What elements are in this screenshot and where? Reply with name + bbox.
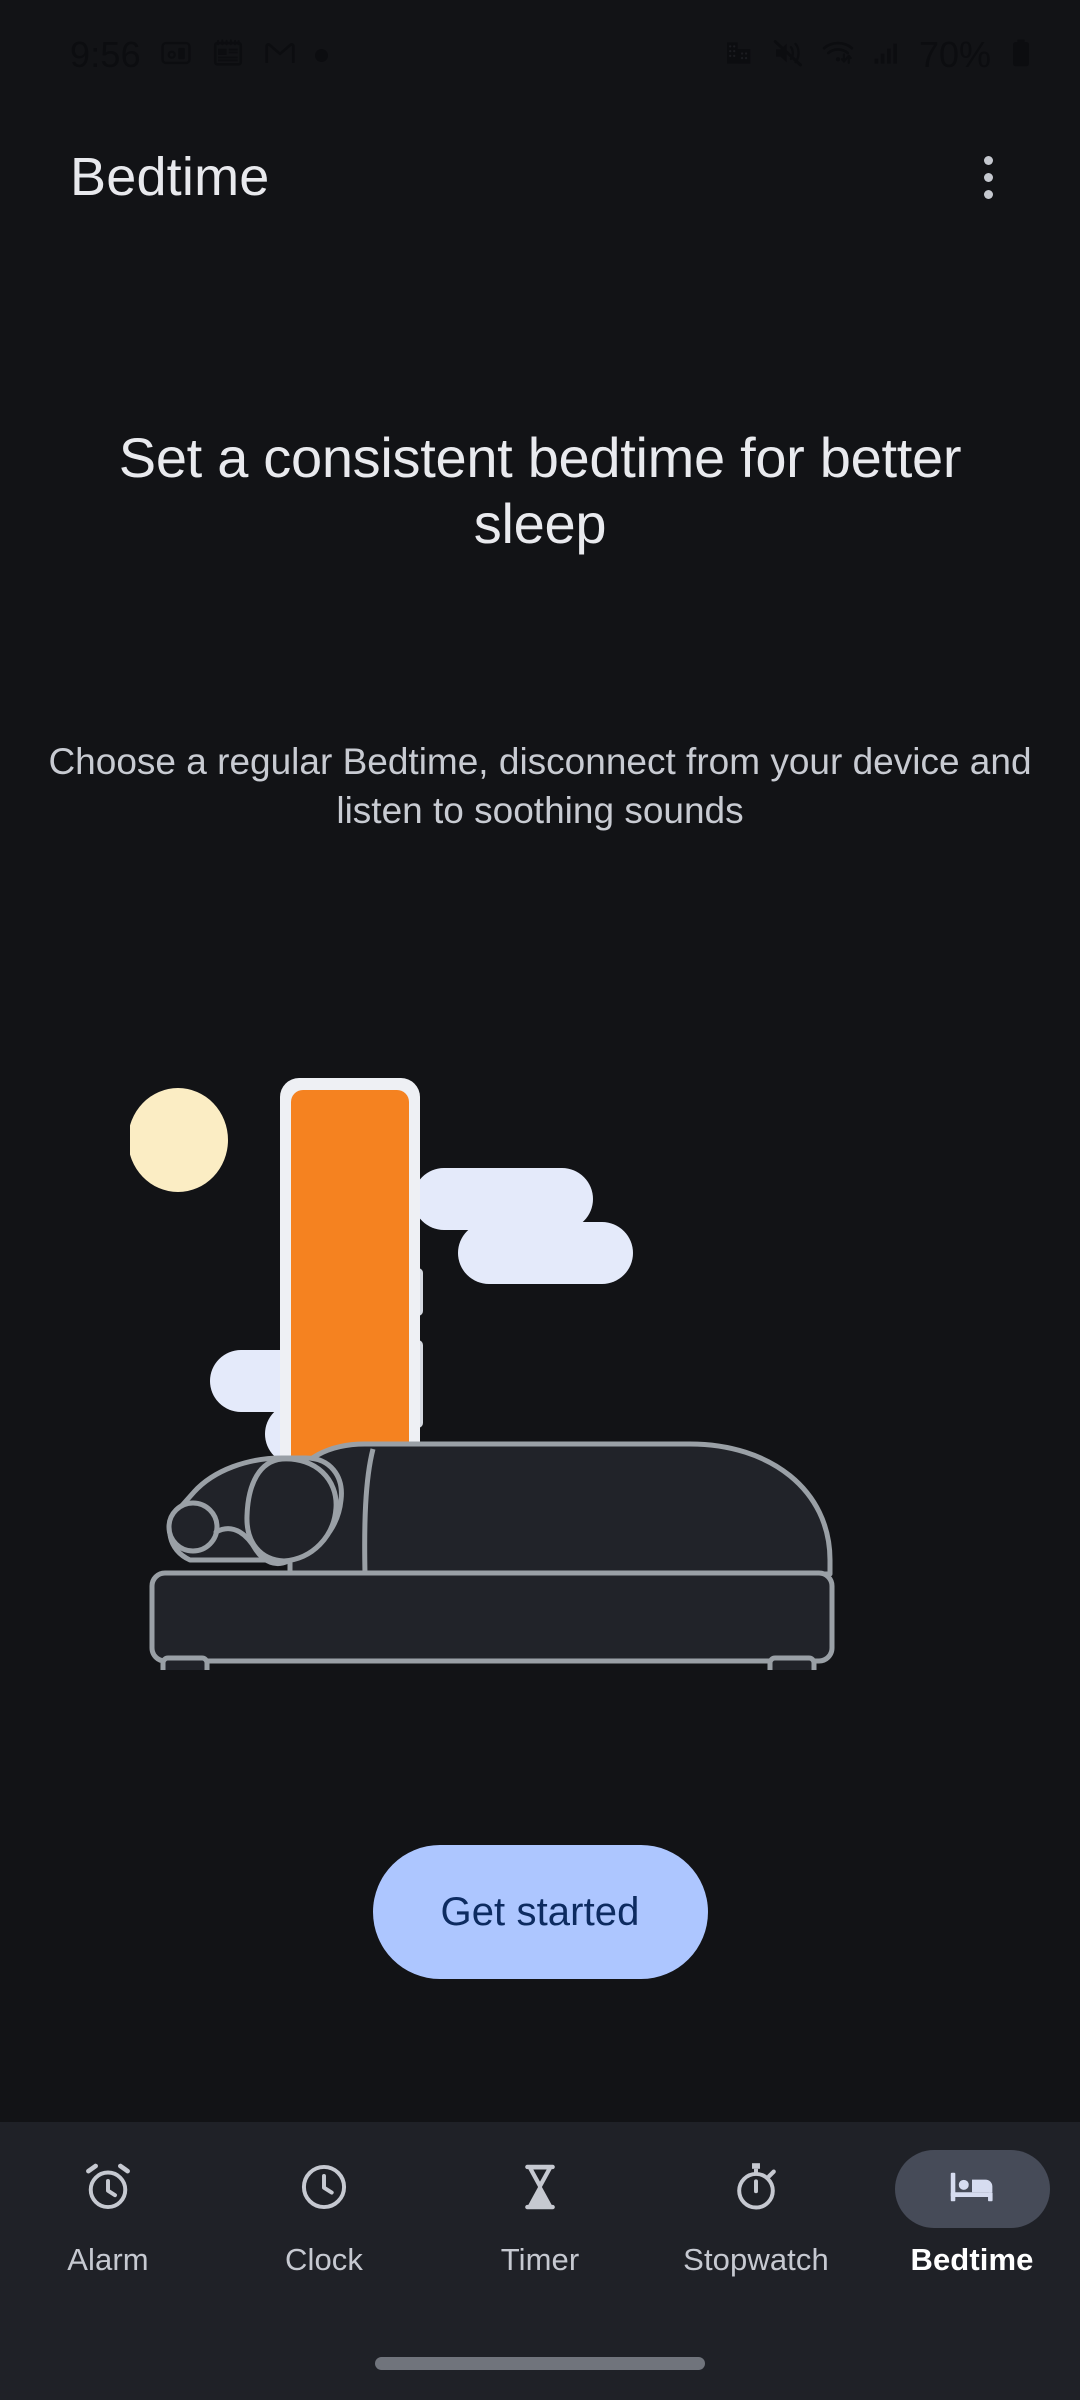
- bedtime-onboarding-screen: 9:56 70% Bedtime Set a consistent bedtim…: [0, 0, 1080, 2400]
- moon-shape: [130, 1088, 228, 1192]
- nav-pill-clock: [247, 2150, 402, 2228]
- stopwatch-icon: [728, 2159, 784, 2220]
- nav-pill-stopwatch: [679, 2150, 834, 2228]
- bed-icon: [946, 2161, 998, 2218]
- nav-pill-alarm: [31, 2150, 186, 2228]
- bed-leg-right: [767, 1655, 817, 1670]
- wifi-icon: [821, 36, 855, 75]
- nav-item-alarm[interactable]: Alarm: [0, 2150, 216, 2278]
- home-gesture-bar[interactable]: [375, 2357, 705, 2370]
- phone-screen-shape: [291, 1090, 409, 1490]
- overflow-dot: [983, 172, 993, 182]
- nav-label-stopwatch: Stopwatch: [683, 2242, 829, 2277]
- subhead-text: Choose a regular Bedtime, disconnect fro…: [48, 741, 1032, 831]
- sleeping-person-illustration: [130, 1040, 950, 1670]
- status-bar-left: 9:56: [70, 34, 328, 76]
- nav-item-bedtime[interactable]: Bedtime: [864, 2150, 1080, 2278]
- hourglass-icon: [512, 2159, 568, 2220]
- nav-item-timer[interactable]: Timer: [432, 2150, 648, 2278]
- nav-label-clock: Clock: [284, 2242, 363, 2277]
- nav-item-stopwatch[interactable]: Stopwatch: [648, 2150, 864, 2278]
- alarm-icon: [80, 2159, 136, 2220]
- cta-container: Get started: [0, 1845, 1080, 1979]
- more-vert-icon[interactable]: [952, 141, 1024, 213]
- overflow-dot: [983, 155, 993, 165]
- nav-item-clock[interactable]: Clock: [216, 2150, 432, 2278]
- battery-icon: [1008, 38, 1034, 73]
- keep-note-icon: [159, 36, 193, 75]
- bed-leg-left: [160, 1655, 210, 1670]
- page-title: Bedtime: [70, 147, 270, 207]
- status-clock: 9:56: [70, 34, 141, 75]
- bed-base-shape: [149, 1570, 835, 1664]
- headline-text: Set a consistent bedtime for better slee…: [118, 426, 962, 555]
- nav-pill-timer: [463, 2150, 618, 2228]
- nav-label-timer: Timer: [500, 2242, 580, 2277]
- gmail-icon: [263, 36, 297, 75]
- bottom-navigation-bar: Alarm Clock Timer Stopwatch Bedtime: [0, 2122, 1080, 2400]
- battery-percent-label: 70%: [918, 34, 991, 75]
- work-profile-icon: [723, 37, 755, 74]
- app-bar: Bedtime: [0, 118, 1080, 236]
- person-nose-shape: [166, 1500, 220, 1554]
- nav-label-bedtime: Bedtime: [910, 2242, 1034, 2277]
- nav-label-alarm: Alarm: [67, 2242, 149, 2277]
- clock-icon: [296, 2159, 352, 2220]
- nav-pill-bedtime: [894, 2150, 1050, 2228]
- notification-dot-icon: [314, 48, 328, 62]
- calendar-icon: [211, 36, 245, 75]
- get-started-button[interactable]: Get started: [372, 1845, 708, 1979]
- status-bar-right: 70%: [723, 34, 1034, 76]
- vibrate-mute-icon: [772, 37, 804, 74]
- cloud-right-shape: [413, 1168, 633, 1284]
- overflow-dot: [983, 189, 993, 199]
- cellular-signal-icon: [872, 38, 902, 73]
- status-bar: 9:56 70%: [0, 0, 1080, 110]
